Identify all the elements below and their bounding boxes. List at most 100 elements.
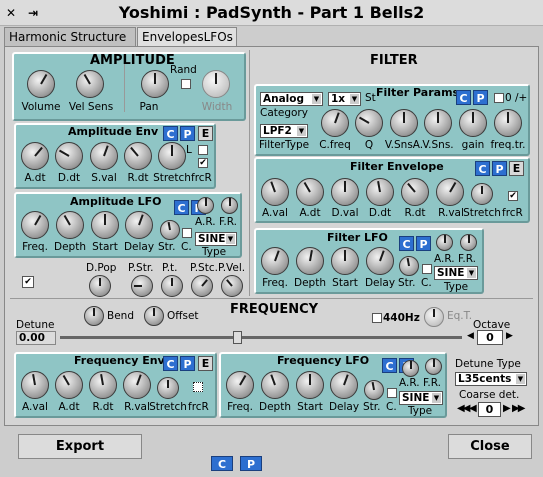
filter-env-rdt-knob[interactable] [401, 178, 429, 206]
amp-env-stretch-knob[interactable] [158, 142, 186, 170]
export-button[interactable]: Export [18, 434, 142, 459]
coarse-increase-arrow[interactable]: ▶ [503, 403, 511, 414]
freq-lfo-str-knob[interactable] [364, 380, 384, 400]
filter-env-adt-knob[interactable] [296, 178, 324, 206]
freq-lfo-delay-knob[interactable] [330, 371, 358, 399]
freq-lfo-type-dropdown[interactable]: SINE ▼ [399, 391, 443, 405]
pt-knob[interactable] [161, 275, 183, 297]
amp-env-edit-button[interactable]: E [198, 126, 213, 141]
filter-lfo-str-knob[interactable] [399, 256, 419, 276]
pstc-knob[interactable] [191, 275, 213, 297]
freq-lfo-depth-knob[interactable] [261, 371, 289, 399]
freq-env-adt-knob[interactable] [55, 371, 83, 399]
freqtr-knob[interactable] [494, 109, 522, 137]
freq-env-frcr-checkbox[interactable] [193, 382, 203, 392]
amp-env-adt-knob[interactable] [21, 142, 49, 170]
amp-lfo-ar-knob[interactable] [197, 197, 214, 214]
freq-env-paste-button[interactable]: P [180, 356, 195, 371]
filter-lfo-c-checkbox[interactable] [422, 264, 432, 274]
filter-env-edit-button[interactable]: E [509, 161, 524, 176]
filter-paste-button[interactable]: P [473, 90, 488, 105]
volume-knob[interactable] [27, 70, 55, 98]
amp-lfo-type-dropdown[interactable]: SINE ▼ [195, 232, 237, 246]
tab-harmonic-structure[interactable]: Harmonic Structure [4, 27, 136, 47]
coarse-decrease-arrow[interactable]: ◀ [469, 403, 477, 414]
dpop-knob[interactable] [89, 275, 111, 297]
freq-env-rdt-knob[interactable] [89, 371, 117, 399]
detune-type-dropdown[interactable]: L35cents ▼ [455, 372, 527, 386]
bend-knob[interactable] [84, 306, 104, 326]
stages-dropdown[interactable]: 1x ▼ [328, 92, 361, 106]
freq-env-stretch-knob[interactable] [157, 377, 179, 399]
gain-knob[interactable] [459, 109, 487, 137]
filter-lfo-fr-knob[interactable] [460, 234, 477, 251]
filter-env-frcr-checkbox[interactable]: ✔ [508, 191, 518, 201]
filter-env-rval-knob[interactable] [436, 178, 464, 206]
eqt-knob[interactable] [424, 307, 444, 327]
hz440-checkbox[interactable] [372, 313, 382, 323]
footer-paste-button[interactable]: P [240, 456, 262, 471]
filter-env-ddt-knob[interactable] [366, 178, 394, 206]
filter-env-aval-knob[interactable] [261, 178, 289, 206]
freq-env-edit-button[interactable]: E [198, 356, 213, 371]
octave-value[interactable]: 0 [477, 330, 503, 345]
vsns-knob[interactable] [424, 109, 452, 137]
vel-sens-knob[interactable] [76, 70, 104, 98]
pstr-knob[interactable] [131, 275, 153, 297]
cfreq-knob[interactable] [321, 109, 349, 137]
freq-lfo-start-knob[interactable] [296, 371, 324, 399]
vsnsa-knob[interactable] [390, 109, 418, 137]
filter-env-copy-button[interactable]: C [475, 161, 490, 176]
offset-knob[interactable] [144, 306, 164, 326]
amp-lfo-delay-knob[interactable] [125, 211, 153, 239]
amp-env-rdt-knob[interactable] [124, 142, 152, 170]
octave-increase-arrow[interactable]: ▶ [506, 331, 517, 345]
pvel-knob[interactable] [221, 275, 243, 297]
amp-lfo-str-knob[interactable] [160, 220, 180, 240]
freq-env-copy-button[interactable]: C [163, 356, 178, 371]
amp-lfo-depth-knob[interactable] [56, 211, 84, 239]
amp-env-paste-button[interactable]: P [180, 126, 195, 141]
freq-lfo-copy-button[interactable]: C [382, 358, 397, 373]
freq-lfo-ar-knob[interactable] [402, 360, 419, 377]
detune-slider-thumb[interactable] [232, 331, 242, 344]
filter-env-stretch-knob[interactable] [471, 183, 493, 205]
amp-env-frcr-checkbox[interactable]: ✔ [198, 158, 208, 168]
width-knob[interactable] [202, 70, 230, 98]
rand-checkbox[interactable] [181, 79, 191, 89]
amp-env-l-checkbox[interactable] [198, 145, 208, 155]
close-button[interactable]: Close [448, 434, 532, 459]
filter-lfo-delay-knob[interactable] [366, 247, 394, 275]
pan-knob[interactable] [141, 70, 169, 98]
amp-lfo-fr-knob[interactable] [221, 197, 238, 214]
filter-env-paste-button[interactable]: P [492, 161, 507, 176]
coarse-fast-increase-arrow[interactable]: ▶▶ [512, 403, 525, 414]
freq-env-rval-knob[interactable] [123, 371, 151, 399]
coarse-fast-decrease-arrow[interactable]: ◀◀ [457, 403, 470, 414]
amp-lfo-start-knob[interactable] [91, 211, 119, 239]
filter-lfo-ar-knob[interactable] [436, 234, 453, 251]
amp-lfo-c-checkbox[interactable] [182, 228, 192, 238]
freq-lfo-c-checkbox[interactable] [387, 388, 397, 398]
misc-checkbox[interactable]: ✔ [22, 276, 34, 288]
filter-copy-button[interactable]: C [456, 90, 471, 105]
filter-plus-checkbox[interactable] [494, 93, 504, 103]
filter-type-dropdown[interactable]: LPF2 ▼ [260, 124, 308, 138]
amp-env-ddt-knob[interactable] [55, 142, 83, 170]
freq-env-aval-knob[interactable] [21, 371, 49, 399]
filter-lfo-type-dropdown[interactable]: SINE ▼ [434, 266, 478, 280]
filter-lfo-copy-button[interactable]: C [399, 236, 414, 251]
detune-slider-track[interactable] [60, 336, 462, 339]
q-knob[interactable] [355, 109, 383, 137]
filter-env-dval-knob[interactable] [331, 178, 359, 206]
tab-envelopes-lfos[interactable]: EnvelopesLFOs [137, 27, 237, 48]
filter-lfo-start-knob[interactable] [331, 247, 359, 275]
filter-lfo-freq-knob[interactable] [261, 247, 289, 275]
freq-lfo-fr-knob[interactable] [425, 358, 442, 375]
freq-lfo-freq-knob[interactable] [226, 371, 254, 399]
filter-lfo-paste-button[interactable]: P [416, 236, 431, 251]
coarse-value[interactable]: 0 [478, 402, 501, 417]
amp-lfo-freq-knob[interactable] [21, 211, 49, 239]
amp-lfo-copy-button[interactable]: C [174, 200, 189, 215]
analog-dropdown[interactable]: Analog ▼ [260, 92, 323, 106]
